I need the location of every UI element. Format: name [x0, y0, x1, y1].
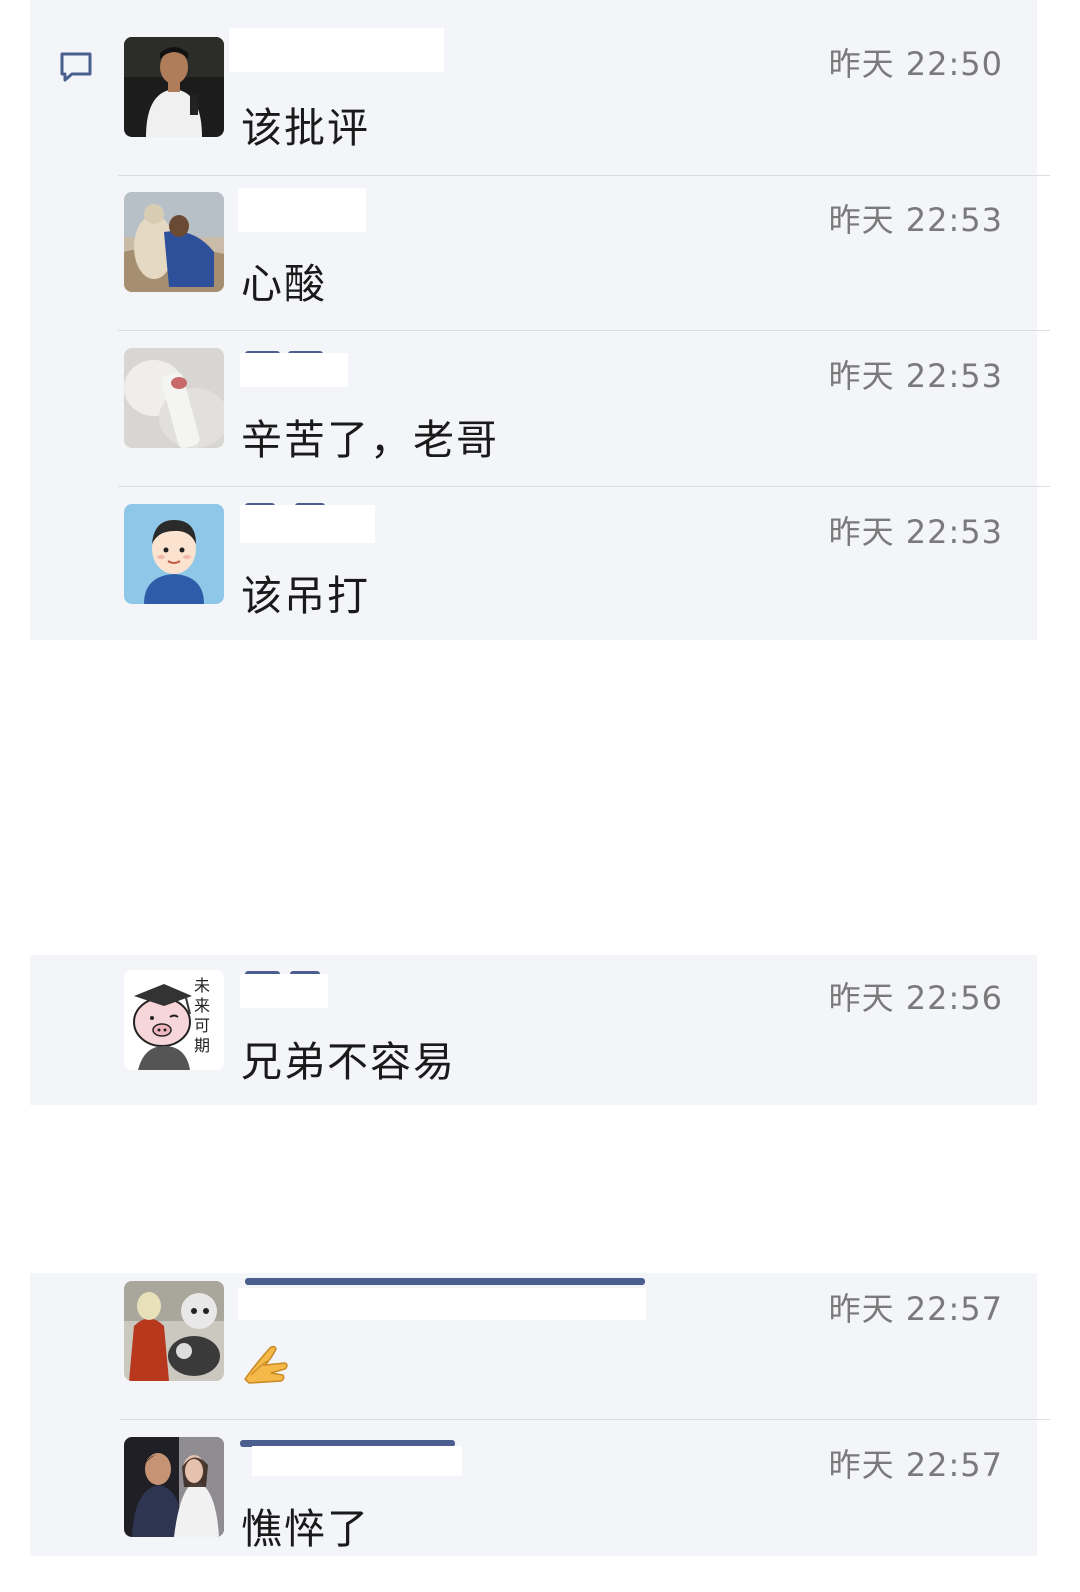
name-redaction: [252, 1446, 462, 1476]
comment-time: 昨天 22:57: [828, 1290, 1003, 1328]
name-redaction-trace: [245, 1278, 645, 1285]
comment-text: 憔悴了: [241, 1505, 370, 1553]
cartoon-boy-avatar[interactable]: [124, 504, 224, 604]
name-redaction: [238, 1288, 646, 1320]
divider: [120, 1419, 1050, 1420]
comment-time: 昨天 22:56: [828, 979, 1003, 1017]
name-redaction: [240, 505, 375, 543]
hugging-dog-avatar[interactable]: [124, 192, 224, 292]
clap-hand-emoji: [244, 1345, 288, 1384]
comment-text: 该吊打: [241, 572, 370, 620]
comment-item[interactable]: 昨天 22:53 辛苦了，老哥: [30, 348, 1037, 503]
comment-time: 昨天 22:57: [828, 1446, 1003, 1484]
cat-paw-avatar[interactable]: [124, 348, 224, 448]
comment-text: 辛苦了，老哥: [241, 416, 499, 464]
comment-item[interactable]: 昨天 22:57: [30, 1278, 1037, 1436]
wedding-couple-avatar[interactable]: [124, 1437, 224, 1537]
divider: [118, 175, 1050, 176]
comment-time: 昨天 22:53: [828, 357, 1003, 395]
name-redaction: [238, 188, 366, 232]
divider: [118, 486, 1050, 487]
avatar-text: 未来可期: [194, 976, 211, 1055]
divider: [118, 330, 1050, 331]
anime-characters-avatar[interactable]: [124, 1281, 224, 1381]
pig-graduate-avatar[interactable]: 未来可期: [124, 970, 224, 1070]
comment-text: 心酸: [241, 260, 327, 308]
comment-item[interactable]: 未来可期 昨天 22:56 兄弟不容易: [30, 970, 1037, 1125]
comment-time: 昨天 22:53: [828, 513, 1003, 551]
comment-item[interactable]: 昨天 22:53 心酸: [30, 188, 1037, 347]
comment-time: 昨天 22:50: [828, 45, 1003, 83]
comment-item[interactable]: 昨天 22:50 该批评: [30, 28, 1037, 192]
comment-time: 昨天 22:53: [828, 201, 1003, 239]
man-portrait-avatar[interactable]: [124, 37, 224, 137]
name-redaction: [240, 353, 348, 387]
name-redaction: [240, 974, 328, 1008]
comment-item[interactable]: 昨天 22:57 憔悴了: [30, 1437, 1037, 1592]
comment-text: 兄弟不容易: [241, 1038, 456, 1086]
name-redaction: [229, 28, 444, 72]
comment-text: 该批评: [241, 104, 370, 152]
comment-item[interactable]: 昨天 22:53 该吊打: [30, 503, 1037, 659]
